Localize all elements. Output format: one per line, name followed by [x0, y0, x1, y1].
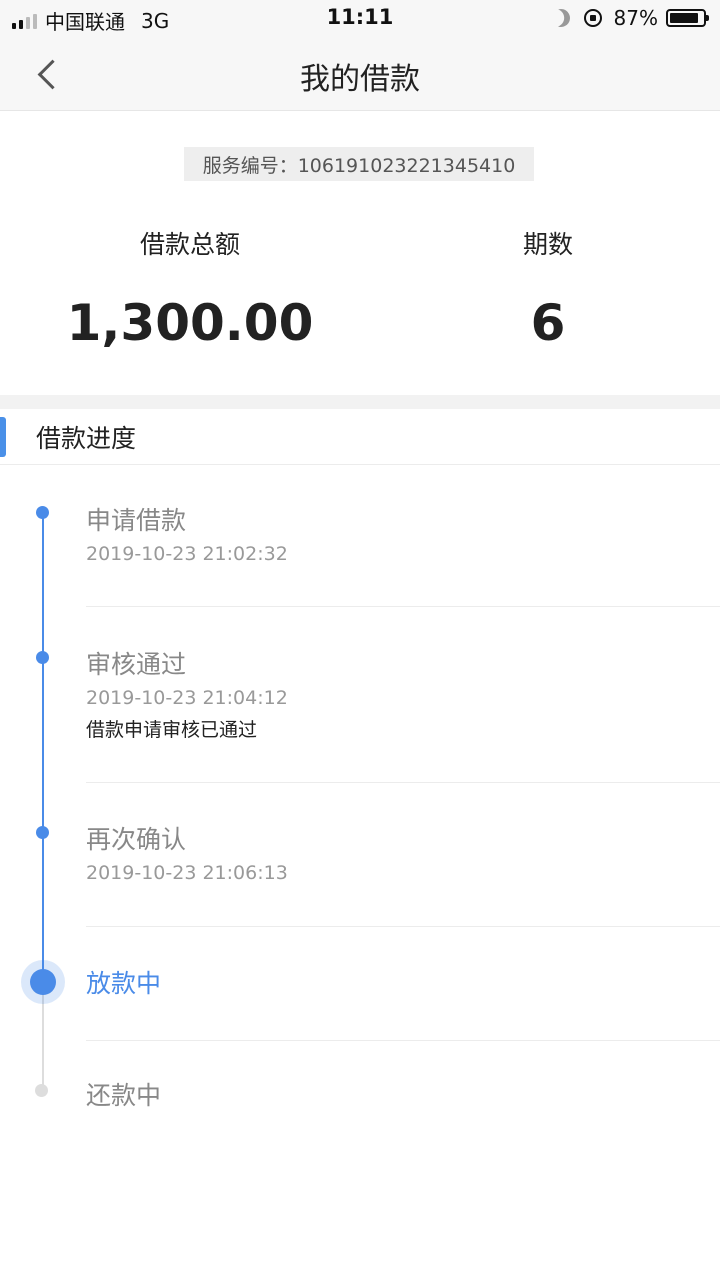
- page-title: 我的借款: [300, 62, 420, 97]
- battery-percent: 87%: [613, 6, 658, 30]
- step-title: 审核通过: [86, 650, 187, 679]
- timeline-dot-1: [36, 506, 49, 519]
- periods-value: 6: [530, 294, 566, 352]
- section-accent-bar: [0, 417, 6, 457]
- service-number: 服务编号：106191023221345410: [184, 147, 534, 181]
- timeline-step: 申请借款 2019-10-23 21:02:32: [86, 501, 720, 565]
- status-right: 87%: [552, 6, 709, 30]
- timeline-step-pending: 还款中: [86, 1076, 720, 1112]
- progress-section-header: 借款进度: [0, 409, 720, 465]
- total-amount-value: 1,300.00: [66, 294, 314, 352]
- moon-icon: [548, 6, 573, 31]
- step-divider: [86, 1040, 720, 1041]
- timeline-dot-current: [30, 969, 56, 995]
- step-title: 还款中: [86, 1081, 162, 1110]
- timeline-line-completed: [42, 512, 44, 982]
- periods-label: 期数: [522, 230, 573, 259]
- step-divider: [86, 782, 720, 783]
- step-divider: [86, 606, 720, 607]
- step-note: 借款申请审核已通过: [86, 719, 258, 741]
- total-amount-label: 借款总额: [139, 230, 240, 259]
- nav-bar: 我的借款: [0, 38, 720, 111]
- battery-icon: [666, 9, 709, 27]
- status-bar: 中国联通 3G 11:11 87%: [0, 0, 720, 38]
- timeline-step: 审核通过 2019-10-23 21:04:12 借款申请审核已通过: [86, 645, 720, 742]
- timeline-dot-5: [35, 1084, 48, 1097]
- step-divider: [86, 926, 720, 927]
- section-divider: [0, 395, 720, 409]
- step-title: 再次确认: [86, 825, 187, 854]
- rotation-lock-icon: [583, 9, 602, 27]
- timeline-step-current: 放款中: [86, 964, 720, 1000]
- timeline-dot-3: [36, 826, 49, 839]
- progress-title: 借款进度: [36, 424, 137, 453]
- timeline-step: 再次确认 2019-10-23 21:06:13: [86, 820, 720, 884]
- step-time: 2019-10-23 21:02:32: [86, 543, 288, 565]
- step-title: 申请借款: [86, 506, 187, 535]
- step-time: 2019-10-23 21:04:12: [86, 687, 288, 709]
- timeline-dot-2: [36, 651, 49, 664]
- step-time: 2019-10-23 21:06:13: [86, 862, 288, 884]
- step-title-current: 放款中: [86, 969, 162, 998]
